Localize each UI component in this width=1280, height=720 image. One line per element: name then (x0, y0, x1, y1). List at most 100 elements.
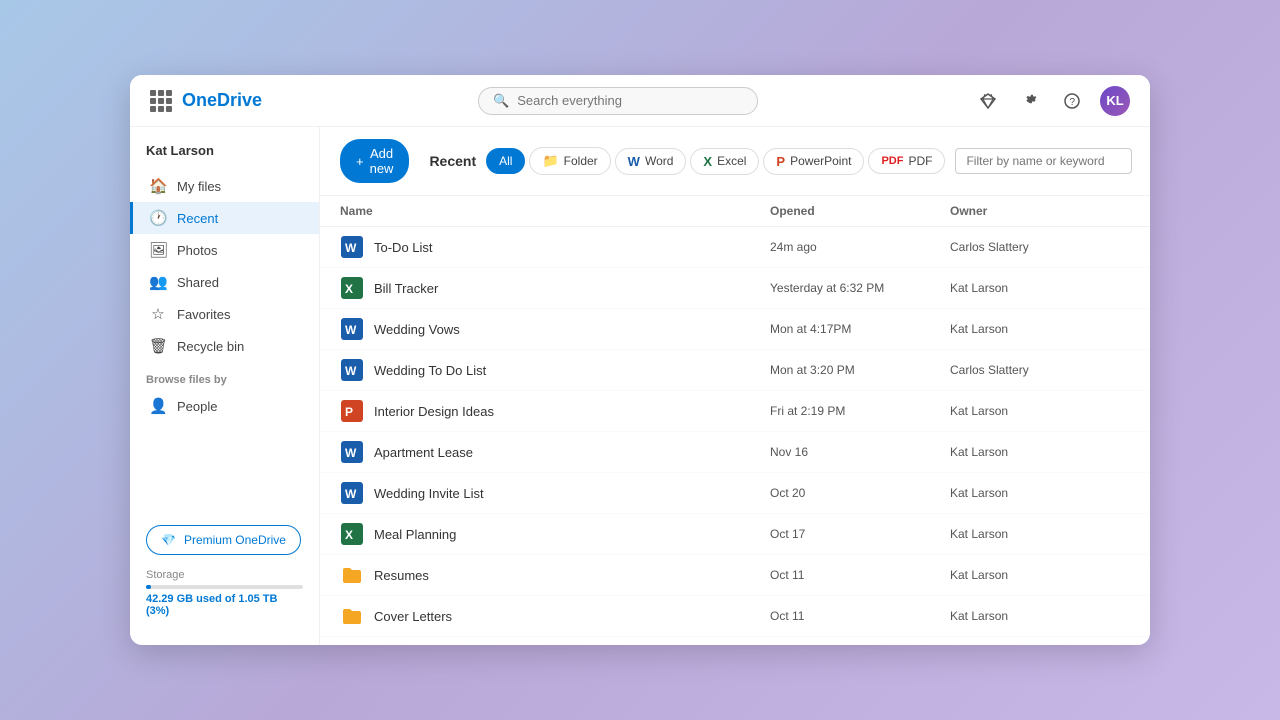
user-name: Kat Larson (130, 143, 319, 170)
sidebar-item-recent[interactable]: 🕐 Recent (130, 202, 319, 234)
premium-button[interactable]: 💎 Premium OneDrive (146, 525, 301, 555)
filter-all-label: All (499, 154, 512, 168)
avatar[interactable]: KL (1100, 86, 1130, 116)
sidebar-label-my-files: My files (177, 179, 221, 194)
svg-text:W: W (345, 487, 357, 501)
table-row[interactable]: W Wedding To Do List Mon at 3:20 PM Carl… (320, 350, 1150, 391)
filter-pdf-label: PDF (908, 154, 932, 168)
ppt-filter-icon: P (776, 154, 785, 169)
filter-tab-excel[interactable]: X Excel (690, 148, 759, 175)
people-icon: 👤 (149, 397, 167, 415)
search-wrapper[interactable]: 🔍 (478, 87, 758, 115)
file-opened: Nov 16 (770, 445, 950, 459)
storage-label: Storage (146, 569, 303, 581)
svg-text:W: W (345, 446, 357, 460)
file-name: Wedding Vows (374, 322, 460, 337)
file-type-icon: X (340, 276, 364, 300)
filter-ppt-label: PowerPoint (790, 154, 851, 168)
recycle-bin-icon: 🗑 (149, 337, 167, 355)
photos-icon: 🖼 (149, 241, 167, 259)
table-row[interactable]: X Bill Tracker Yesterday at 6:32 PM Kat … (320, 268, 1150, 309)
excel-filter-icon: X (703, 154, 712, 169)
file-name: Apartment Lease (374, 445, 473, 460)
premium-label: Premium OneDrive (184, 533, 286, 547)
search-input[interactable] (517, 93, 743, 108)
file-owner: Kat Larson (950, 609, 1130, 623)
storage-bar-bg (146, 585, 303, 589)
filter-tab-ppt[interactable]: P PowerPoint (763, 148, 864, 175)
search-bar: 🔍 (302, 87, 934, 115)
svg-text:X: X (345, 528, 353, 542)
file-name: Meal Planning (374, 527, 456, 542)
file-opened: Mon at 4:17PM (770, 322, 950, 336)
file-type-icon: W (340, 358, 364, 382)
filter-search-input[interactable] (955, 148, 1132, 174)
filter-folder-label: Folder (564, 154, 598, 168)
file-name: Interior Design Ideas (374, 404, 494, 419)
storage-text: 42.29 GB used of 1.05 TB (3%) (146, 593, 303, 617)
svg-text:P: P (345, 405, 353, 419)
table-row[interactable]: X Meal Planning Oct 17 Kat Larson (320, 514, 1150, 555)
file-opened: Oct 11 (770, 568, 950, 582)
add-label: Add new (370, 146, 394, 176)
file-type-icon: X (340, 522, 364, 546)
file-name: Resumes (374, 568, 429, 583)
browse-section-label: Browse files by (130, 362, 319, 390)
add-new-button[interactable]: + Add new (340, 139, 409, 183)
table-row[interactable]: W Apartment Lease Nov 16 Kat Larson (320, 432, 1150, 473)
filter-tab-all[interactable]: All (486, 148, 525, 174)
file-name: Wedding To Do List (374, 363, 486, 378)
content-area: + Add new Recent All 📁 Folder W Word (320, 127, 1150, 645)
file-type-icon (340, 604, 364, 628)
file-owner: Kat Larson (950, 322, 1130, 336)
sidebar-item-my-files[interactable]: 🏠 My files (130, 170, 319, 202)
file-owner: Kat Larson (950, 404, 1130, 418)
file-owner: Kat Larson (950, 568, 1130, 582)
help-icon[interactable]: ? (1058, 87, 1086, 115)
my-files-icon: 🏠 (149, 177, 167, 195)
filter-tab-folder[interactable]: 📁 Folder (529, 147, 610, 175)
table-header: Name Opened Owner (320, 196, 1150, 227)
storage-used: 42.29 GB (146, 593, 193, 605)
diamond-icon[interactable] (974, 87, 1002, 115)
sidebar-label-favorites: Favorites (177, 307, 230, 322)
sidebar-item-favorites[interactable]: ☆ Favorites (130, 298, 319, 330)
table-row[interactable]: P Interior Design Ideas Fri at 2:19 PM K… (320, 391, 1150, 432)
filter-tab-pdf[interactable]: PDF PDF (868, 148, 945, 174)
sidebar-item-recycle-bin[interactable]: 🗑 Recycle bin (130, 330, 319, 362)
main-content: Kat Larson 🏠 My files 🕐 Recent 🖼 Photos … (130, 127, 1150, 645)
svg-text:W: W (345, 241, 357, 255)
word-filter-icon: W (628, 154, 640, 169)
sidebar-item-people[interactable]: 👤 People (130, 390, 319, 422)
file-owner: Kat Larson (950, 445, 1130, 459)
file-table: Name Opened Owner W To-Do List 24m ago C… (320, 196, 1150, 645)
section-title: Recent (429, 153, 476, 169)
table-row[interactable]: W To-Do List 24m ago Carlos Slattery (320, 227, 1150, 268)
table-row[interactable]: W Wedding Vows Mon at 4:17PM Kat Larson (320, 309, 1150, 350)
file-owner: Kat Larson (950, 486, 1130, 500)
file-opened: 24m ago (770, 240, 950, 254)
recent-icon: 🕐 (149, 209, 167, 227)
apps-grid-button[interactable] (150, 90, 172, 112)
sidebar-item-shared[interactable]: 👥 Shared (130, 266, 319, 298)
table-row[interactable]: Resumes Oct 11 Kat Larson (320, 555, 1150, 596)
filter-excel-label: Excel (717, 154, 746, 168)
premium-icon: 💎 (161, 533, 176, 547)
folder-filter-icon: 📁 (542, 153, 558, 169)
file-owner: Carlos Slattery (950, 363, 1130, 377)
sidebar-label-shared: Shared (177, 275, 219, 290)
table-row[interactable]: Cover Letters Oct 11 Kat Larson (320, 596, 1150, 637)
svg-text:W: W (345, 364, 357, 378)
table-row[interactable]: W Doctor Appointment Notes Oct 3 Kat Lar… (320, 637, 1150, 645)
file-opened: Oct 20 (770, 486, 950, 500)
content-toolbar: + Add new Recent All 📁 Folder W Word (320, 127, 1150, 196)
file-type-icon (340, 563, 364, 587)
filter-tabs: All 📁 Folder W Word X Excel (486, 147, 945, 175)
file-opened: Mon at 3:20 PM (770, 363, 950, 377)
table-row[interactable]: W Wedding Invite List Oct 20 Kat Larson (320, 473, 1150, 514)
filter-tab-word[interactable]: W Word (615, 148, 687, 175)
file-type-icon: W (340, 481, 364, 505)
gear-icon[interactable] (1016, 87, 1044, 115)
sidebar-item-photos[interactable]: 🖼 Photos (130, 234, 319, 266)
file-type-icon: P (340, 399, 364, 423)
